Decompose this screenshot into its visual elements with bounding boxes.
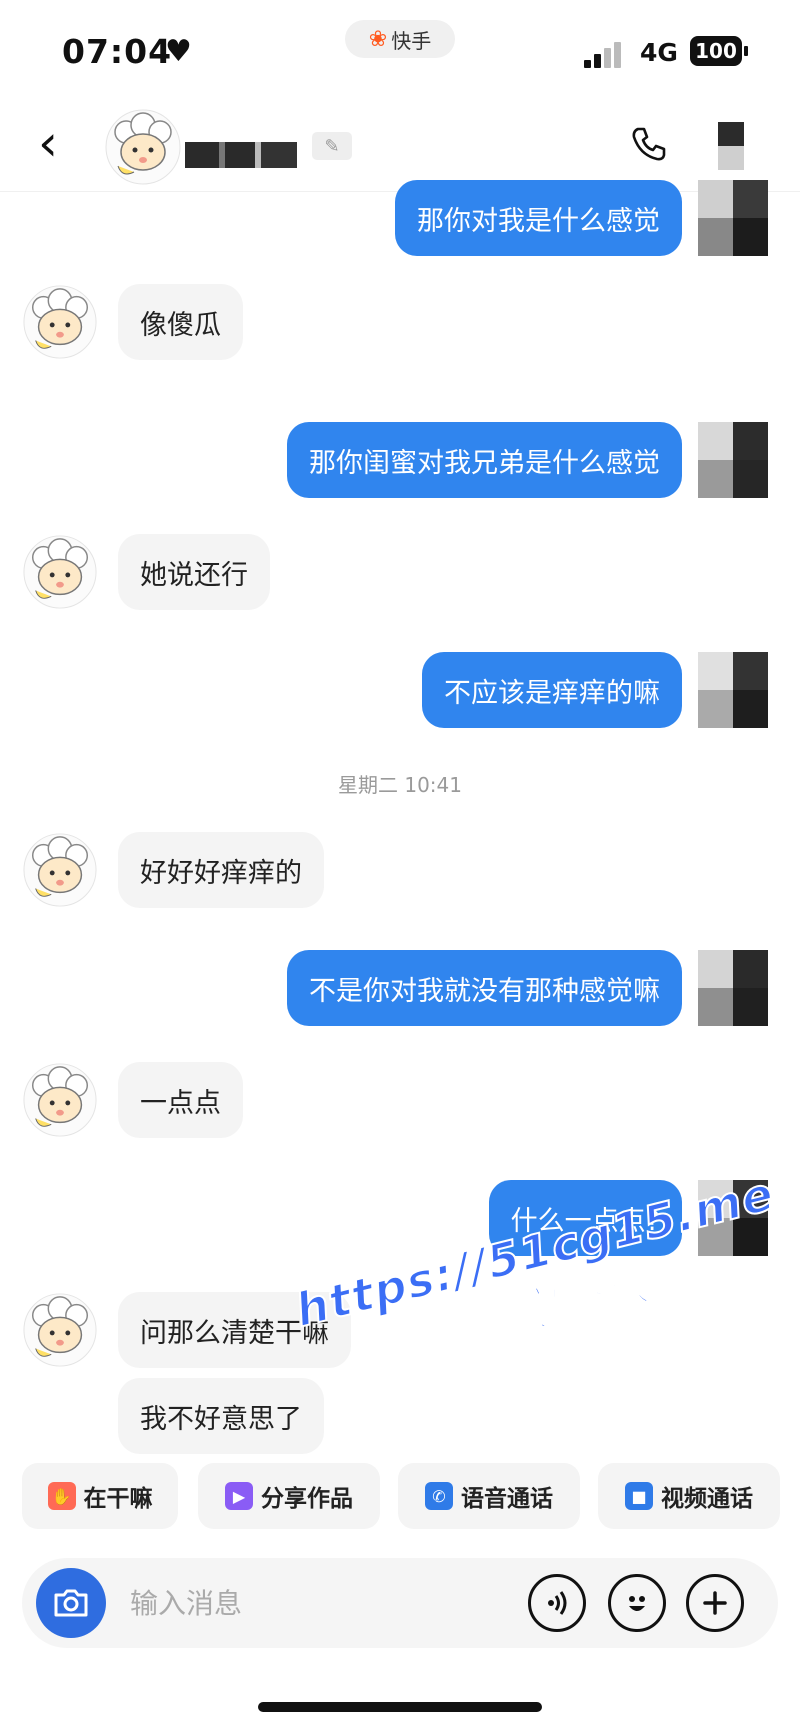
message-text: 不是你对我就没有那种感觉嘛 — [309, 975, 660, 1007]
status-time: 07:04 — [62, 32, 173, 71]
sender-avatar-mosaic — [698, 1180, 768, 1256]
quick-action-video-call[interactable]: ■ 视频通话 — [598, 1463, 780, 1529]
app-name: 快手 — [391, 28, 432, 53]
app-indicator-pill[interactable]: ❀ 快手 — [345, 20, 455, 58]
outgoing-message[interactable]: 那你闺蜜对我兄弟是什么感觉 — [287, 422, 682, 498]
incoming-message[interactable]: 像傻瓜 — [118, 284, 243, 360]
camera-icon — [54, 1589, 88, 1617]
sheep-avatar-icon — [23, 1063, 97, 1137]
incoming-message[interactable]: 好好好痒痒的 — [118, 832, 324, 908]
sender-avatar-mosaic — [698, 180, 768, 256]
quick-action-label: 语音通话 — [461, 1486, 553, 1512]
camera-button[interactable] — [36, 1568, 106, 1638]
quick-action-label: 视频通话 — [661, 1486, 753, 1512]
message-text: 什么一点点? — [510, 1205, 660, 1237]
contact-avatar[interactable] — [22, 1292, 98, 1372]
quick-action-bar: ✋ 在干嘛 ▶ 分享作品 ✆ 语音通话 ■ 视频通话 — [0, 1463, 800, 1533]
sender-avatar-mosaic — [698, 652, 768, 728]
quick-action-label: 分享作品 — [261, 1486, 353, 1512]
voice-icon — [548, 1591, 567, 1615]
chevron-left-icon[interactable]: ‹ — [38, 118, 58, 168]
outgoing-message[interactable]: 不应该是痒痒的嘛 — [422, 652, 682, 728]
message-text: 像傻瓜 — [140, 309, 221, 341]
contact-avatar[interactable] — [22, 832, 98, 912]
sheep-avatar-icon — [23, 1293, 97, 1367]
message-text: 那你对我是什么感觉 — [417, 205, 660, 237]
message-text: 不应该是痒痒的嘛 — [444, 677, 660, 709]
emoji-icon — [629, 1596, 645, 1611]
edit-note-icon[interactable]: ✎ — [312, 132, 352, 160]
sheep-avatar-icon — [23, 833, 97, 907]
chat-header: ‹ ✎ — [0, 100, 800, 192]
quick-action-label: 在干嘛 — [83, 1486, 153, 1512]
outgoing-message[interactable]: 那你对我是什么感觉 — [395, 180, 682, 256]
outgoing-message[interactable]: 不是你对我就没有那种感觉嘛 — [287, 950, 682, 1026]
sheep-avatar-icon — [23, 535, 97, 609]
heart-icon: ♥ — [165, 34, 192, 69]
phone-icon: ✆ — [425, 1482, 453, 1510]
quick-action-voice-call[interactable]: ✆ 语音通话 — [398, 1463, 580, 1529]
video-camera-icon: ■ — [625, 1482, 653, 1510]
emoji-button[interactable] — [608, 1574, 666, 1632]
battery-tip — [744, 46, 748, 56]
message-text: 问那么清楚干嘛 — [140, 1317, 329, 1349]
voice-button[interactable] — [528, 1574, 586, 1632]
message-text: 一点点 — [140, 1087, 221, 1119]
home-indicator[interactable] — [258, 1702, 542, 1712]
contact-name-redacted[interactable] — [185, 142, 297, 168]
message-text: 我不好意思了 — [140, 1403, 302, 1435]
contact-avatar[interactable] — [104, 108, 182, 190]
phone-icon[interactable] — [628, 124, 668, 168]
incoming-message[interactable]: 问那么清楚干嘛 — [118, 1292, 351, 1368]
sender-avatar-mosaic — [698, 950, 768, 1026]
sheep-avatar-icon — [105, 109, 181, 185]
incoming-message[interactable]: 一点点 — [118, 1062, 243, 1138]
network-type: 4G — [640, 38, 678, 67]
wave-hand-icon: ✋ — [47, 1482, 76, 1510]
status-bar: 07:04 ♥ ❀ 快手 4G 100 — [0, 0, 800, 100]
redacted-mosaic — [718, 122, 744, 170]
message-text: 好好好痒痒的 — [140, 857, 302, 889]
incoming-message[interactable]: 我不好意思了 — [118, 1378, 324, 1454]
message-input-bar — [22, 1558, 778, 1648]
plus-icon — [703, 1591, 727, 1615]
quick-action-whats-up[interactable]: ✋ 在干嘛 — [22, 1463, 178, 1529]
contact-avatar[interactable] — [22, 1062, 98, 1142]
contact-avatar[interactable] — [22, 284, 98, 364]
quick-action-share-work[interactable]: ▶ 分享作品 — [198, 1463, 380, 1529]
outgoing-message[interactable]: 什么一点点? — [488, 1180, 682, 1256]
plus-button[interactable] — [686, 1574, 744, 1632]
battery-icon: 100 — [690, 36, 742, 66]
sheep-avatar-icon — [23, 285, 97, 359]
incoming-message[interactable]: 她说还行 — [118, 534, 270, 610]
kuaishou-logo-icon: ❀ — [368, 26, 388, 52]
message-text: 那你闺蜜对我兄弟是什么感觉 — [309, 447, 660, 479]
sender-avatar-mosaic — [698, 422, 768, 498]
signal-icon — [584, 40, 624, 68]
battery-level: 100 — [695, 39, 737, 63]
message-timestamp: 星期二 10:41 — [338, 773, 462, 797]
contact-avatar[interactable] — [22, 534, 98, 614]
video-play-icon: ▶ — [225, 1482, 253, 1510]
message-text: 她说还行 — [140, 559, 248, 591]
message-input[interactable] — [130, 1580, 490, 1626]
